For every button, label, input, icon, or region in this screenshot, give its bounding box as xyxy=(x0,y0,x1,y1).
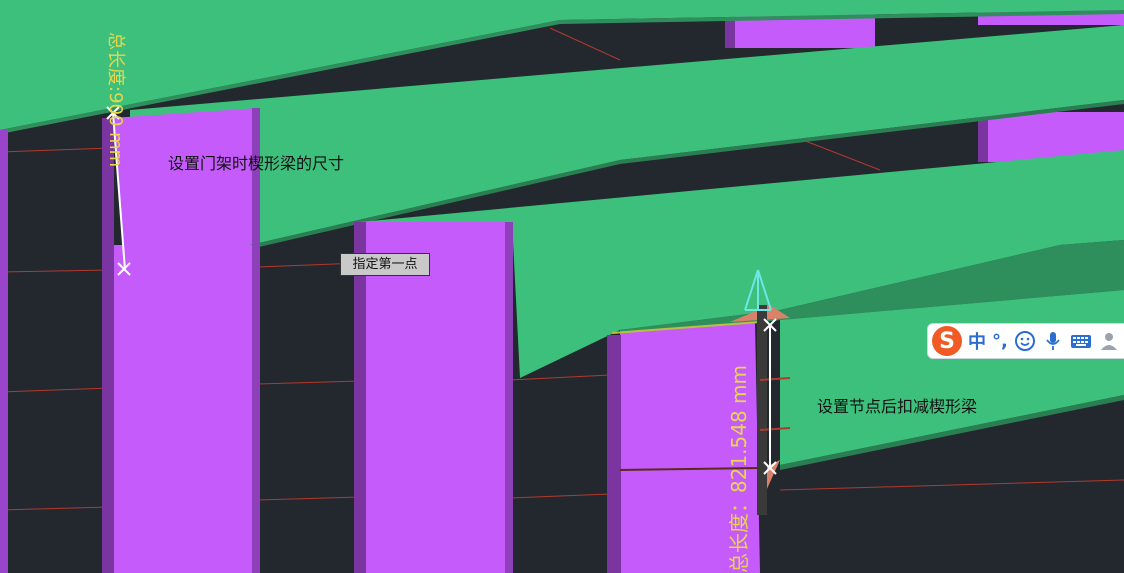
emoji-icon[interactable] xyxy=(1014,330,1036,352)
right-dimension-label: 总长度：821.548 mm xyxy=(727,365,751,573)
user-icon[interactable] xyxy=(1098,330,1120,352)
cad-3d-viewport[interactable]: 总长度:900 mm 总长度：821.548 mm 设置门架时楔形梁的尺寸 设置… xyxy=(0,0,1124,573)
keyboard-icon[interactable] xyxy=(1070,330,1092,352)
ime-toolbar[interactable]: S 中 °, xyxy=(927,323,1124,359)
deduct-note: 设置节点后扣减楔形梁 xyxy=(817,397,978,416)
wedge-beam-note: 设置门架时楔形梁的尺寸 xyxy=(168,154,345,173)
ime-punctuation-toggle[interactable]: °, xyxy=(992,331,1008,352)
microphone-icon[interactable] xyxy=(1042,330,1064,352)
command-prompt-tooltip: 指定第一点 xyxy=(340,253,430,276)
left-dimension-label: 总长度:900 mm xyxy=(105,32,126,167)
model-scene[interactable]: 总长度:900 mm 总长度：821.548 mm xyxy=(0,0,1124,573)
sogou-logo-icon[interactable]: S xyxy=(932,326,962,356)
ime-mode-toggle[interactable]: 中 xyxy=(968,328,986,354)
